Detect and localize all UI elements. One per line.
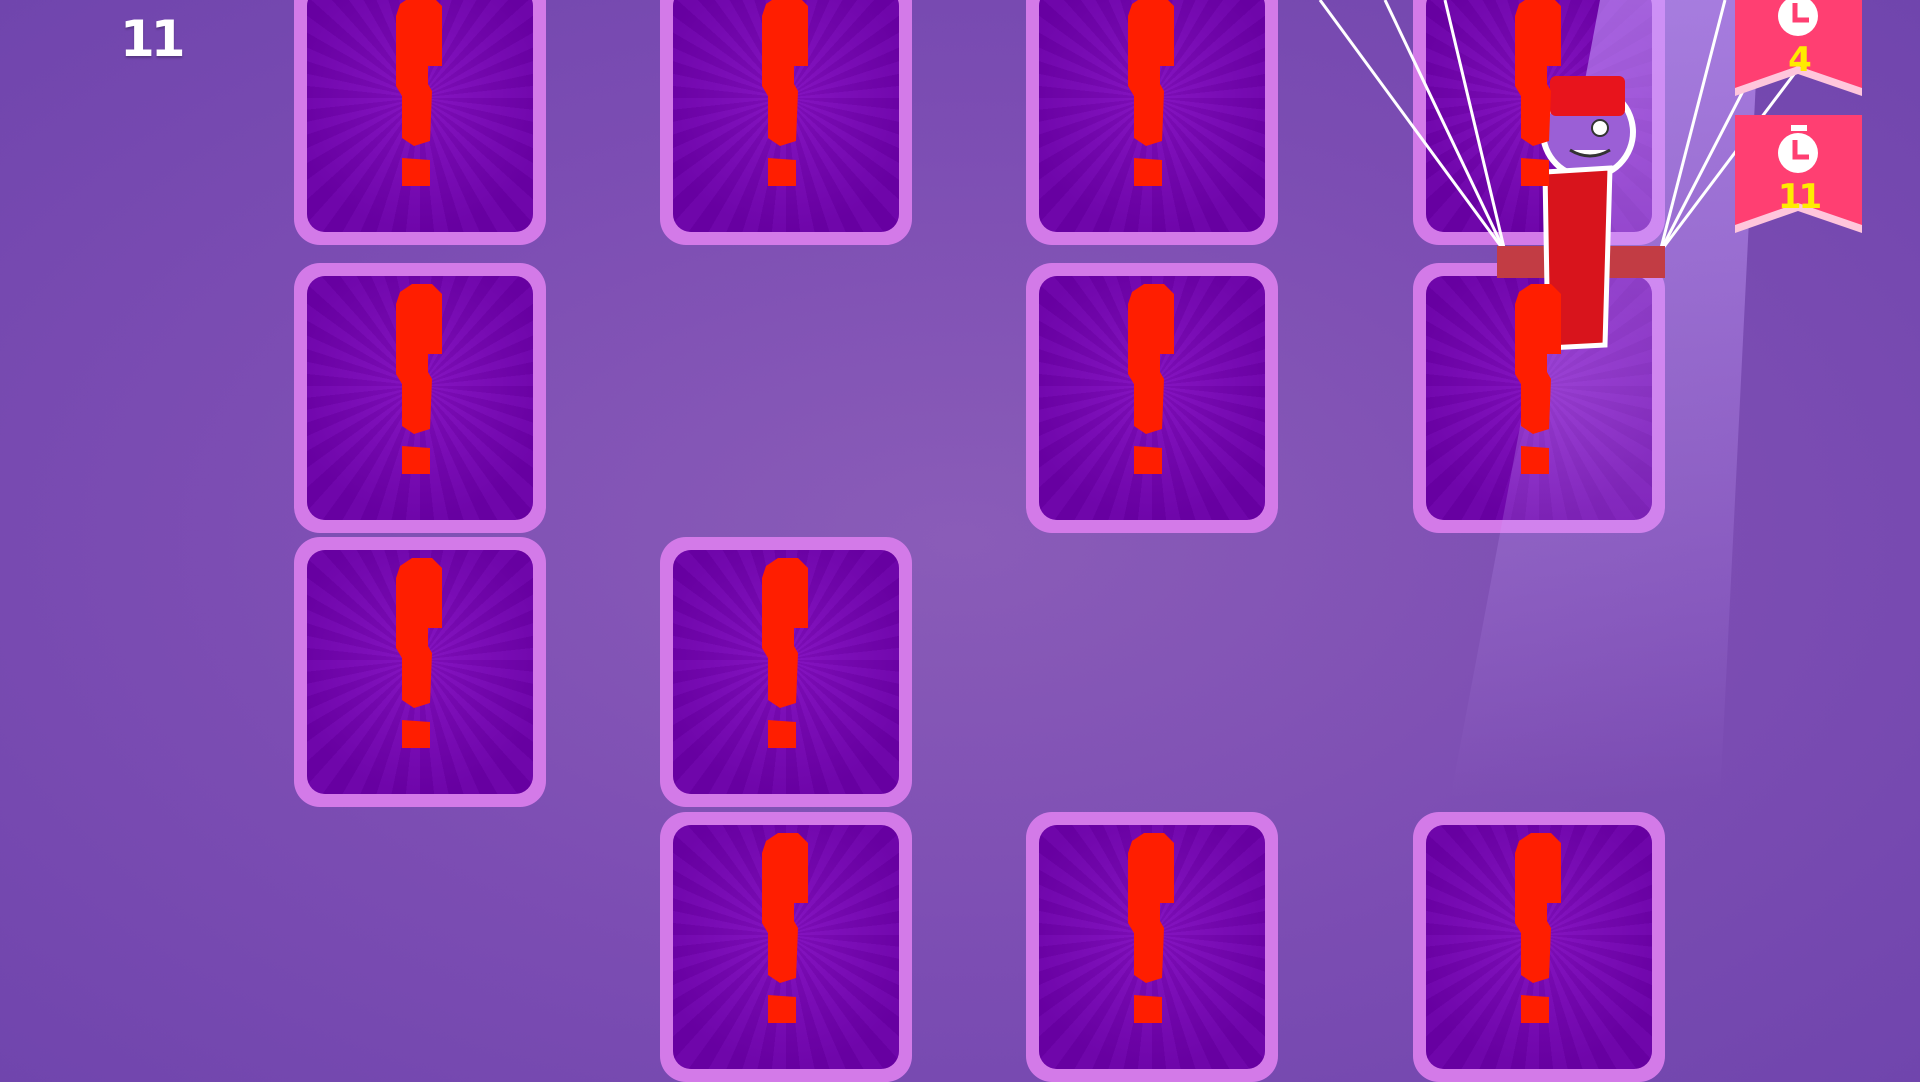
card-back xyxy=(1426,0,1652,232)
exclamation-icon xyxy=(762,0,808,186)
card-back xyxy=(673,550,899,794)
memory-card[interactable] xyxy=(660,0,912,245)
exclamation-icon xyxy=(1128,833,1174,1023)
exclamation-icon xyxy=(396,558,442,748)
card-back xyxy=(1039,276,1265,520)
exclamation-icon xyxy=(1515,284,1561,474)
memory-card[interactable] xyxy=(1026,263,1278,533)
memory-card[interactable] xyxy=(1026,0,1278,245)
card-back xyxy=(673,0,899,232)
memory-card[interactable] xyxy=(1026,812,1278,1082)
exclamation-icon xyxy=(762,833,808,1023)
card-back xyxy=(1426,825,1652,1069)
exclamation-icon xyxy=(762,558,808,748)
memory-card[interactable] xyxy=(660,812,912,1082)
exclamation-icon xyxy=(396,0,442,186)
memory-card[interactable] xyxy=(1413,263,1665,533)
card-back xyxy=(1426,276,1652,520)
memory-card[interactable] xyxy=(660,537,912,807)
memory-card[interactable] xyxy=(1413,812,1665,1082)
memory-card[interactable] xyxy=(294,0,546,245)
memory-card[interactable] xyxy=(1413,0,1665,245)
card-back xyxy=(1039,825,1265,1069)
exclamation-icon xyxy=(1128,284,1174,474)
card-back xyxy=(673,825,899,1069)
exclamation-icon xyxy=(1515,833,1561,1023)
score-counter: 11 xyxy=(120,10,186,68)
card-back xyxy=(307,276,533,520)
memory-card[interactable] xyxy=(294,537,546,807)
card-back xyxy=(307,550,533,794)
timer-value: 11 xyxy=(1777,177,1822,217)
card-back xyxy=(307,0,533,232)
card-back xyxy=(1039,0,1265,232)
exclamation-icon xyxy=(1128,0,1174,186)
exclamation-icon xyxy=(1515,0,1561,186)
memory-card[interactable] xyxy=(294,263,546,533)
timer-badge: 11 xyxy=(1731,115,1866,247)
timer-badge: 4 xyxy=(1731,0,1866,110)
exclamation-icon xyxy=(396,284,442,474)
timer-value: 4 xyxy=(1788,40,1812,80)
